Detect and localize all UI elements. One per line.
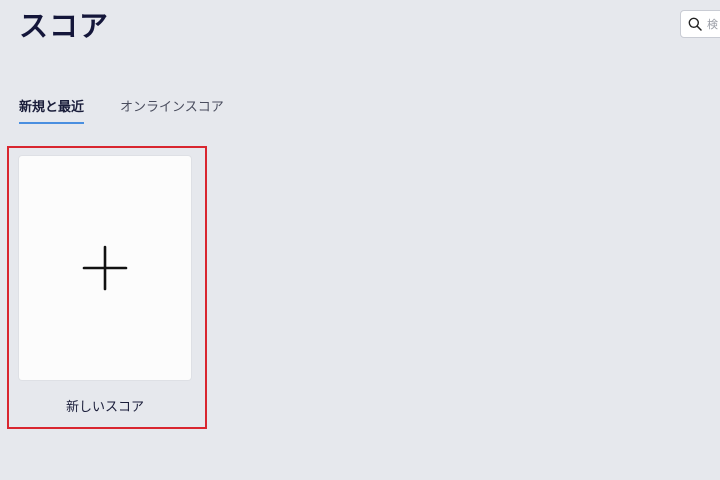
search-icon xyxy=(688,17,702,31)
tab-new-and-recent[interactable]: 新規と最近 xyxy=(19,98,85,124)
new-score-card[interactable] xyxy=(19,156,191,380)
search-input[interactable] xyxy=(702,17,720,31)
page-title: スコア xyxy=(19,9,110,43)
tab-online-scores[interactable]: オンラインスコア xyxy=(120,98,224,124)
score-tabs: 新規と最近 オンラインスコア xyxy=(19,98,224,124)
new-score-label[interactable]: 新しいスコア xyxy=(19,396,191,415)
search-box[interactable] xyxy=(680,10,720,38)
plus-icon xyxy=(82,245,128,291)
